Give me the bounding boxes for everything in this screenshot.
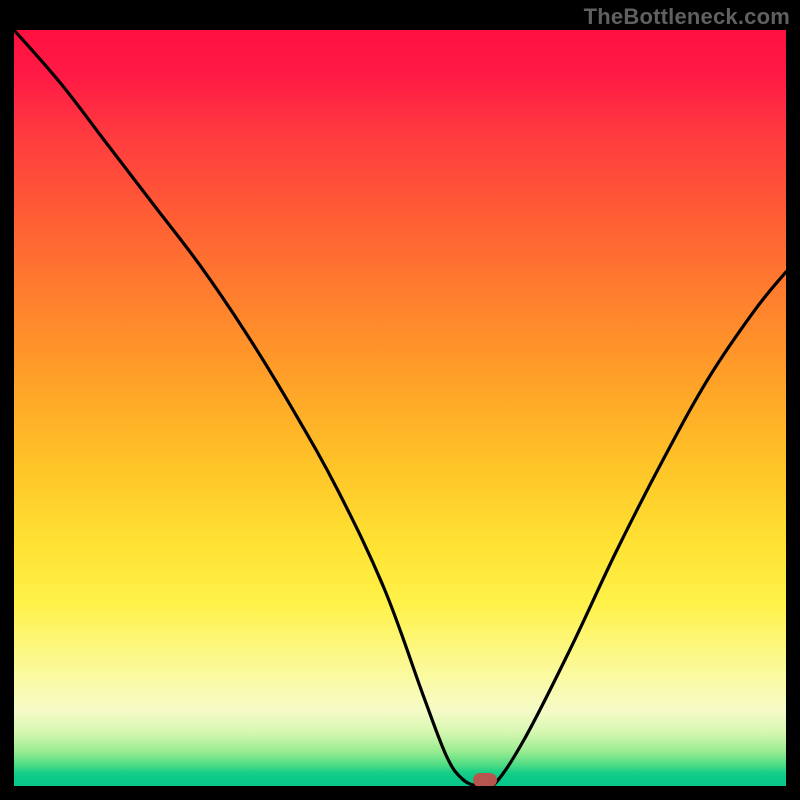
chart-frame: TheBottleneck.com — [0, 0, 800, 800]
watermark-text: TheBottleneck.com — [584, 4, 790, 30]
optimal-marker — [473, 773, 497, 786]
bottleneck-curve — [14, 30, 786, 786]
plot-area — [14, 30, 786, 786]
